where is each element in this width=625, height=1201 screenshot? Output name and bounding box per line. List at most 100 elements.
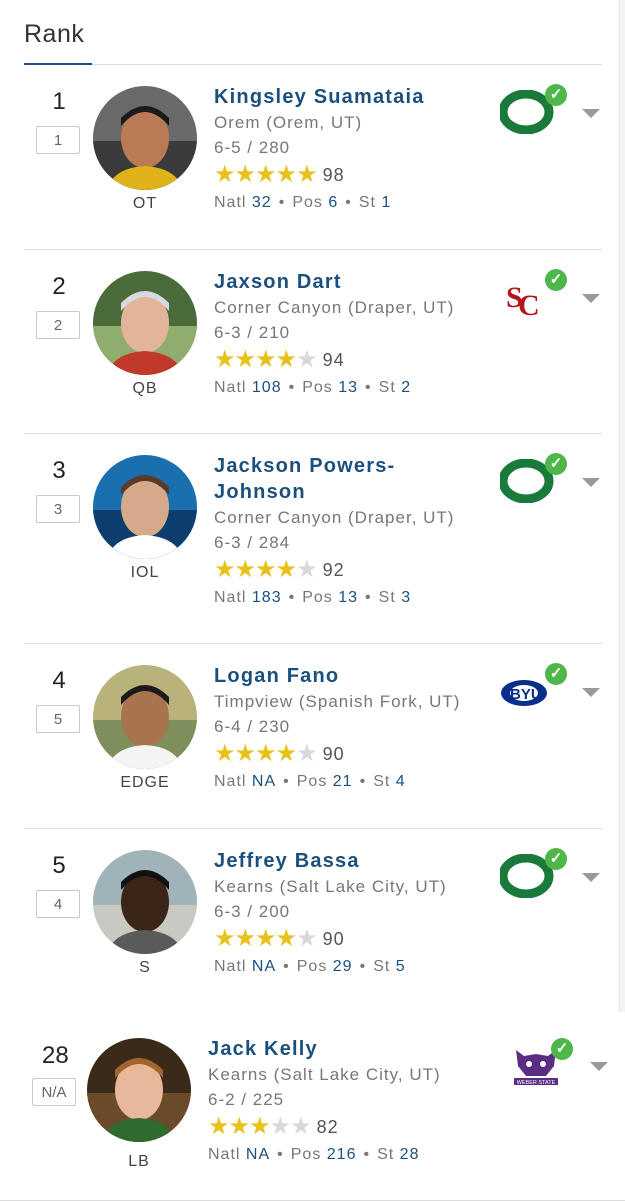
rating-score: 92 xyxy=(322,559,345,580)
star-rating: ★ ★ ★ ★ ★ 82 xyxy=(208,1113,339,1140)
position-label: EDGE xyxy=(120,774,170,791)
separator-dot: • xyxy=(277,1146,284,1163)
height-weight: 6-3 / 200 xyxy=(214,902,291,921)
star-filled-icon: ★ xyxy=(234,346,257,373)
star-rating: ★ ★ ★ ★ ★ 90 xyxy=(214,925,345,952)
previous-rank-badge: 2 xyxy=(36,311,80,339)
pos-rank-value[interactable]: 29 xyxy=(333,958,353,975)
player-name-link[interactable]: Kingsley Suamataia xyxy=(214,84,494,110)
player-avatar[interactable] xyxy=(87,1038,191,1142)
chevron-down-icon[interactable] xyxy=(582,294,600,303)
st-rank-value[interactable]: 2 xyxy=(401,379,411,396)
pos-rank-value[interactable]: 6 xyxy=(328,194,338,211)
rank-summary: Natl NA • Pos 29 • St 5 xyxy=(214,958,406,976)
star-filled-icon: ★ xyxy=(275,346,298,373)
star-empty-icon: ★ xyxy=(269,1113,292,1140)
pos-rank-label: Pos xyxy=(296,773,328,790)
natl-rank-value[interactable]: 32 xyxy=(252,194,272,211)
player-name-link[interactable]: Logan Fano xyxy=(214,663,494,689)
rank-summary: Natl 183 • Pos 13 • St 3 xyxy=(214,589,411,607)
player-name-link[interactable]: Jackson Powers-Johnson xyxy=(214,453,414,505)
rank-number: 5 xyxy=(52,852,66,879)
rank-summary: Natl 32 • Pos 6 • St 1 xyxy=(214,194,391,212)
player-row[interactable]: 1 1 OT Kingsley Suamataia Orem (Orem, UT) 6-… xyxy=(24,64,602,250)
rank-summary: Natl NA • Pos 216 • St 28 xyxy=(208,1146,419,1164)
height-weight: 6-4 / 230 xyxy=(214,717,291,736)
player-avatar[interactable] xyxy=(93,850,197,954)
height-weight: 6-3 / 210 xyxy=(214,323,291,342)
natl-rank-label: Natl xyxy=(214,958,247,975)
separator-dot: • xyxy=(283,773,290,790)
player-avatar[interactable] xyxy=(93,86,197,190)
star-filled-icon: ★ xyxy=(275,925,298,952)
player-row[interactable]: 5 4 S Jeffrey Bassa Kearns (Salt Lake City,… xyxy=(24,828,602,1012)
star-empty-icon: ★ xyxy=(296,346,318,373)
school-location: Orem (Orem, UT) xyxy=(214,113,363,132)
school-location: Kearns (Salt Lake City, UT) xyxy=(214,877,447,896)
st-rank-label: St xyxy=(373,958,391,975)
player-row[interactable]: 3 3 IOL Jackson Powers-Johnson Corner Canyo… xyxy=(24,433,602,644)
player-avatar[interactable] xyxy=(93,455,197,559)
player-row[interactable]: 4 5 EDGE Logan Fano Timpview (Spanish Fork,… xyxy=(24,643,602,829)
st-rank-value[interactable]: 1 xyxy=(381,194,391,211)
school-location: Corner Canyon (Draper, UT) xyxy=(214,298,455,317)
st-rank-value[interactable]: 3 xyxy=(401,589,411,606)
star-rating: ★ ★ ★ ★ ★ 98 xyxy=(214,161,345,188)
star-filled-icon: ★ xyxy=(214,740,236,767)
star-filled-icon: ★ xyxy=(249,1113,271,1140)
player-name-link[interactable]: Jaxson Dart xyxy=(214,269,494,295)
chevron-down-icon[interactable] xyxy=(590,1062,608,1071)
player-avatar[interactable] xyxy=(93,271,197,375)
position-label: QB xyxy=(132,380,158,397)
separator-dot: • xyxy=(288,589,296,606)
star-filled-icon: ★ xyxy=(234,161,257,188)
natl-rank-value[interactable]: NA xyxy=(246,1146,270,1163)
natl-rank-value[interactable]: 108 xyxy=(252,379,282,396)
natl-rank-value[interactable]: NA xyxy=(252,773,276,790)
svg-text:BYU: BYU xyxy=(510,686,542,703)
pos-rank-value[interactable]: 13 xyxy=(338,589,358,606)
rating-score: 90 xyxy=(322,928,345,949)
st-rank-label: St xyxy=(378,589,396,606)
star-empty-icon: ★ xyxy=(290,1113,312,1140)
chevron-down-icon[interactable] xyxy=(582,873,600,882)
rank-summary: Natl 108 • Pos 13 • St 2 xyxy=(214,379,411,397)
star-filled-icon: ★ xyxy=(255,346,277,373)
svg-text:C: C xyxy=(518,289,540,319)
height-weight: 6-2 / 225 xyxy=(208,1090,285,1109)
st-rank-value[interactable]: 5 xyxy=(396,958,406,975)
pos-rank-value[interactable]: 21 xyxy=(333,773,353,790)
separator-dot: • xyxy=(278,194,286,211)
st-rank-value[interactable]: 4 xyxy=(396,773,406,790)
pos-rank-label: Pos xyxy=(292,194,323,211)
chevron-down-icon[interactable] xyxy=(582,478,600,487)
star-filled-icon: ★ xyxy=(208,1113,230,1140)
st-rank-value[interactable]: 28 xyxy=(400,1146,420,1163)
rating-score: 82 xyxy=(316,1116,339,1137)
commit-check-icon: ✓ xyxy=(545,269,567,291)
pos-rank-value[interactable]: 13 xyxy=(338,379,358,396)
natl-rank-value[interactable]: 183 xyxy=(252,589,282,606)
player-row[interactable]: 28 N/A LB Jack Kelly Kearns (Salt Lake City… xyxy=(0,1012,625,1201)
star-empty-icon: ★ xyxy=(296,925,318,952)
tab-rank[interactable]: Rank xyxy=(24,20,84,49)
player-name-link[interactable]: Jeffrey Bassa xyxy=(214,848,494,874)
chevron-down-icon[interactable] xyxy=(582,109,600,118)
player-row[interactable]: 2 2 QB Jaxson Dart Corner Canyon (Draper, U… xyxy=(24,249,602,434)
star-filled-icon: ★ xyxy=(228,1113,251,1140)
star-rating: ★ ★ ★ ★ ★ 90 xyxy=(214,740,345,767)
pos-rank-label: Pos xyxy=(302,589,333,606)
player-avatar[interactable] xyxy=(93,665,197,769)
chevron-down-icon[interactable] xyxy=(582,688,600,697)
star-filled-icon: ★ xyxy=(275,556,298,583)
natl-rank-label: Natl xyxy=(214,379,247,396)
star-filled-icon: ★ xyxy=(296,161,318,188)
previous-rank-badge: 4 xyxy=(36,890,80,918)
rank-number: 3 xyxy=(52,457,66,484)
pos-rank-label: Pos xyxy=(302,379,333,396)
natl-rank-value[interactable]: NA xyxy=(252,958,276,975)
commit-check-icon: ✓ xyxy=(545,848,567,870)
pos-rank-value[interactable]: 216 xyxy=(327,1146,357,1163)
star-filled-icon: ★ xyxy=(214,346,236,373)
player-name-link[interactable]: Jack Kelly xyxy=(208,1036,488,1062)
